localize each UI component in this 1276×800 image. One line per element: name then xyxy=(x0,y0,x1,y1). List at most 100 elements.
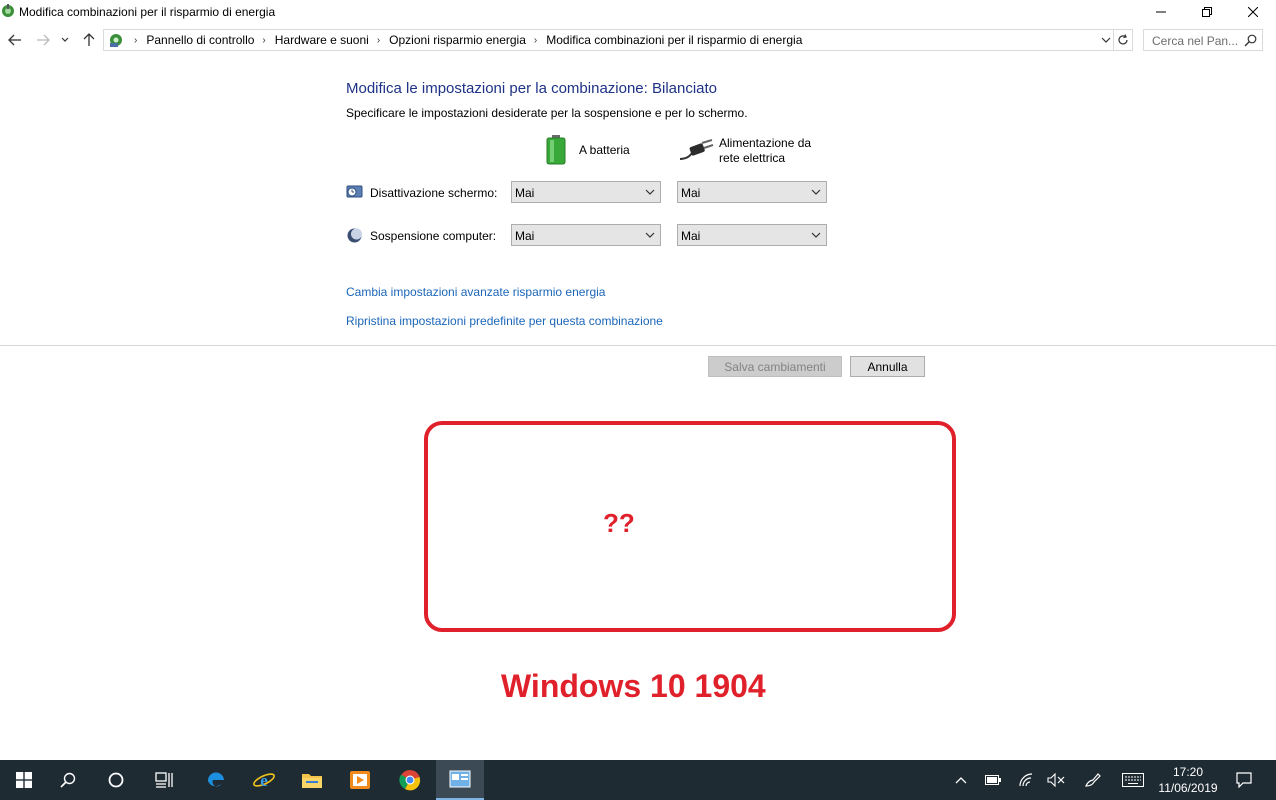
chevron-right-icon[interactable]: › xyxy=(377,35,380,46)
search-taskbar-button[interactable] xyxy=(44,760,92,800)
cortana-circle-icon xyxy=(108,772,124,788)
chevron-up-icon xyxy=(955,777,967,784)
annotation-question: ?? xyxy=(603,508,635,538)
start-button[interactable] xyxy=(0,760,48,800)
close-button[interactable] xyxy=(1230,0,1276,24)
wifi-icon xyxy=(1019,773,1033,787)
control-panel-icon xyxy=(449,770,471,788)
svg-text:e: e xyxy=(260,771,268,790)
ac-column-label: Alimentazione da rete elettrica xyxy=(719,136,811,166)
internet-explorer-button[interactable]: e xyxy=(240,760,288,800)
breadcrumb-hardware-sound[interactable]: Hardware e suoni xyxy=(275,33,369,47)
clock-date: 11/06/2019 xyxy=(1158,781,1218,795)
refresh-button[interactable] xyxy=(1113,29,1133,51)
ac-column-label-line2: rete elettrica xyxy=(719,151,786,165)
folder-icon xyxy=(302,774,322,788)
window-title: Modifica combinazioni per il risparmio d… xyxy=(19,5,276,19)
cancel-button[interactable]: Annulla xyxy=(850,356,925,377)
search-box[interactable]: Cerca nel Pan... xyxy=(1143,29,1263,51)
sleep-moon-icon xyxy=(347,228,362,243)
clock-time: 17:20 xyxy=(1172,765,1204,779)
page-subtitle: Specificare le impostazioni desiderate p… xyxy=(346,106,748,120)
volume-tray-button[interactable] xyxy=(1041,760,1071,800)
display-off-label: Disattivazione schermo: xyxy=(370,186,498,200)
edge-button[interactable] xyxy=(192,760,240,800)
advanced-settings-link[interactable]: Cambia impostazioni avanzate risparmio e… xyxy=(346,285,605,299)
power-options-icon xyxy=(2,4,14,17)
display-off-icon xyxy=(346,185,363,198)
battery-tray-icon xyxy=(985,775,1001,785)
taskbar: e 17:20 11/06/2019 xyxy=(0,760,1276,800)
up-button[interactable] xyxy=(79,28,99,52)
recent-locations-button[interactable] xyxy=(58,28,72,52)
close-icon xyxy=(1248,7,1258,17)
battery-icon xyxy=(546,135,566,165)
power-plug-icon xyxy=(680,139,714,160)
action-center-button[interactable] xyxy=(1230,760,1258,800)
restore-defaults-link[interactable]: Ripristina impostazioni predefinite per … xyxy=(346,314,663,328)
chevron-right-icon[interactable]: › xyxy=(534,35,537,46)
sleep-battery-select[interactable]: Mai xyxy=(511,224,661,246)
pen-workspace-button[interactable] xyxy=(1078,760,1108,800)
volume-muted-icon xyxy=(1047,773,1065,787)
show-hidden-icons-button[interactable] xyxy=(946,760,976,800)
chevron-right-icon[interactable]: › xyxy=(262,35,265,46)
search-input[interactable]: Cerca nel Pan... xyxy=(1152,34,1238,48)
control-panel-taskbar-button[interactable] xyxy=(436,760,484,800)
annotation-box xyxy=(424,421,956,632)
page-title: Modifica le impostazioni per la combinaz… xyxy=(346,80,718,97)
task-view-button[interactable] xyxy=(140,760,188,800)
network-tray-button[interactable] xyxy=(1011,760,1041,800)
search-icon xyxy=(60,772,76,788)
save-button[interactable]: Salva cambiamenti xyxy=(708,356,842,377)
navigation-bar: › Pannello di controllo › Hardware e suo… xyxy=(0,28,1276,52)
internet-explorer-icon: e xyxy=(253,771,275,790)
edge-icon xyxy=(207,772,224,787)
display-off-battery-select[interactable]: Mai xyxy=(511,181,661,203)
back-button[interactable] xyxy=(5,28,25,52)
title-bar: Modifica combinazioni per il risparmio d… xyxy=(0,0,1276,24)
media-player-icon xyxy=(350,771,370,789)
chevron-down-icon xyxy=(61,37,69,42)
display-off-ac-value: Mai xyxy=(681,186,701,200)
forward-button[interactable] xyxy=(33,28,53,52)
breadcrumb-power-options[interactable]: Opzioni risparmio energia xyxy=(389,33,526,47)
file-explorer-button[interactable] xyxy=(288,760,336,800)
battery-column-label: A batteria xyxy=(579,143,630,157)
media-player-button[interactable] xyxy=(336,760,384,800)
sleep-ac-value: Mai xyxy=(681,229,701,243)
ac-column-label-line1: Alimentazione da xyxy=(719,136,812,150)
minimize-button[interactable] xyxy=(1138,0,1184,24)
divider xyxy=(0,345,1276,346)
chrome-icon xyxy=(399,770,421,791)
sleep-battery-value: Mai xyxy=(515,229,535,243)
breadcrumb: › Pannello di controllo › Hardware e suo… xyxy=(126,33,802,47)
sleep-ac-select[interactable]: Mai xyxy=(677,224,827,246)
chevron-down-icon xyxy=(645,232,655,238)
refresh-icon xyxy=(1117,34,1128,45)
address-bar[interactable]: › Pannello di controllo › Hardware e suo… xyxy=(103,29,1114,51)
cortana-button[interactable] xyxy=(92,760,140,800)
taskbar-clock[interactable]: 17:20 11/06/2019 xyxy=(1150,764,1226,796)
breadcrumb-control-panel[interactable]: Pannello di controllo xyxy=(146,33,254,47)
restore-icon xyxy=(1202,7,1212,17)
pen-icon xyxy=(1085,773,1101,787)
restore-button[interactable] xyxy=(1184,0,1230,24)
sleep-label: Sospensione computer: xyxy=(370,229,497,243)
chevron-down-icon xyxy=(645,189,655,195)
chevron-down-icon xyxy=(811,189,821,195)
breadcrumb-edit-plan[interactable]: Modifica combinazioni per il risparmio d… xyxy=(546,33,802,47)
keyboard-icon xyxy=(1122,773,1144,787)
battery-tray-button[interactable] xyxy=(978,760,1008,800)
annotation-version: Windows 10 1904 xyxy=(501,668,766,704)
task-view-icon xyxy=(155,772,173,788)
arrow-right-icon xyxy=(37,34,50,46)
search-icon xyxy=(1244,34,1257,47)
chrome-button[interactable] xyxy=(386,760,434,800)
control-panel-icon xyxy=(110,34,122,47)
touch-keyboard-button[interactable] xyxy=(1117,760,1149,800)
address-dropdown-icon[interactable] xyxy=(1101,34,1111,46)
display-off-ac-select[interactable]: Mai xyxy=(677,181,827,203)
chevron-down-icon xyxy=(811,232,821,238)
chevron-right-icon: › xyxy=(134,34,138,46)
